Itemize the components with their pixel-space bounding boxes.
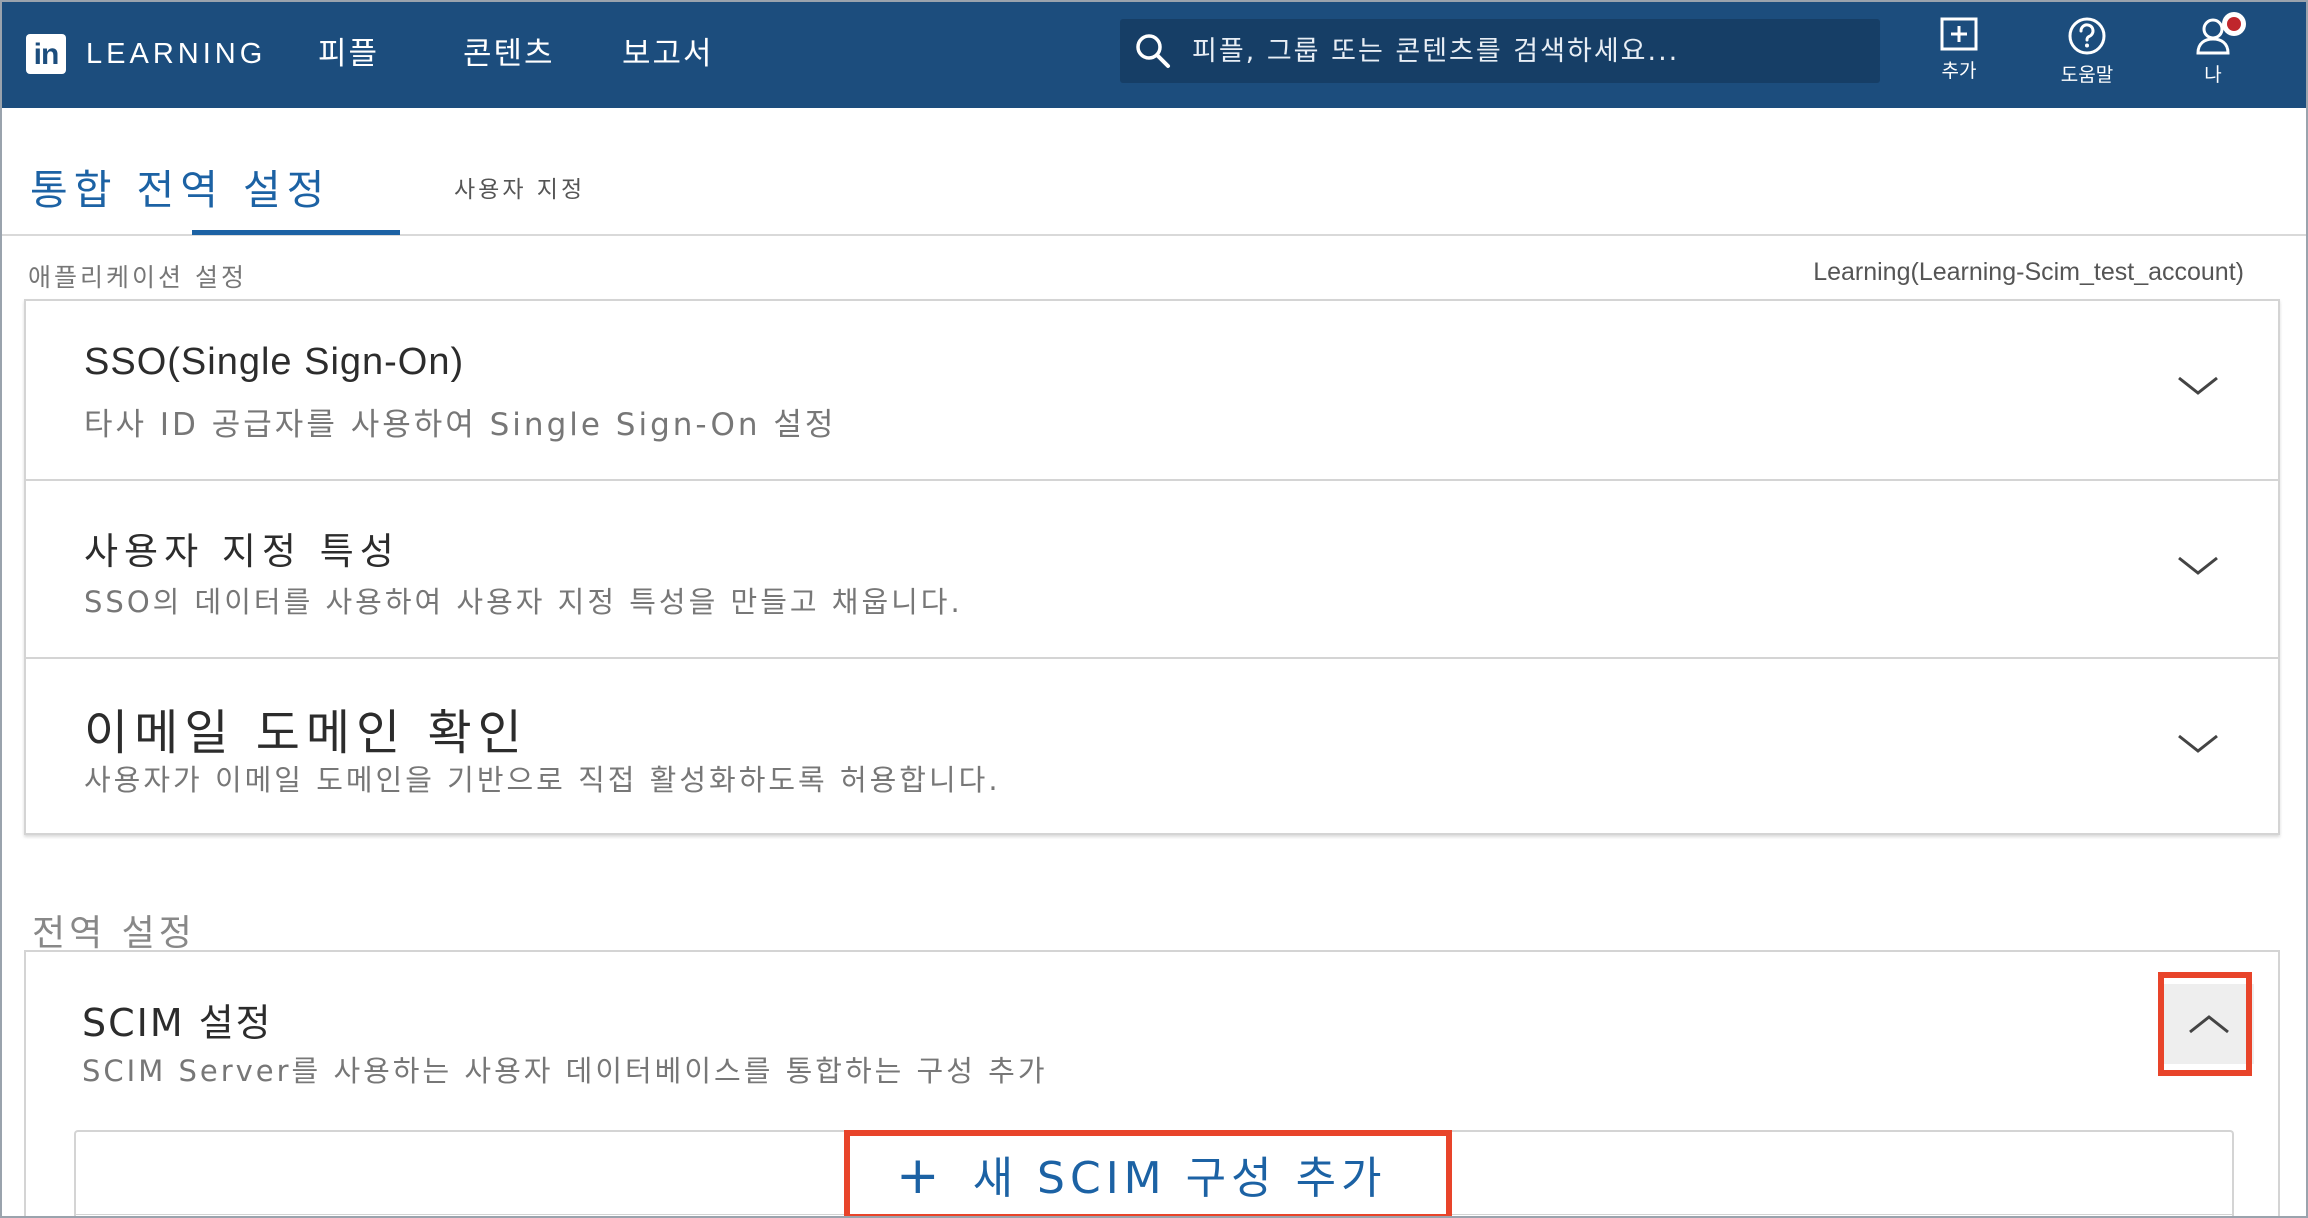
accordion-title: 사용자 지정 특성: [84, 530, 400, 573]
scim-description: SCIM Server를 사용하는 사용자 데이터베이스를 통합하는 구성 추가: [82, 1054, 1048, 1088]
add-box-icon: [1940, 17, 1978, 51]
me-button[interactable]: 나: [2168, 12, 2258, 96]
help-icon: [2068, 17, 2106, 55]
accordion-email-domain[interactable]: 이메일 도메인 확인 사용자가 이메일 도메인을 기반으로 직접 활성화하도록 …: [26, 657, 2278, 835]
global-settings-label: 전역 설정: [32, 913, 196, 954]
linkedin-logo[interactable]: in: [26, 34, 66, 74]
add-scim-config-label: 새 SCIM 구성 추가: [972, 1153, 1387, 1204]
me-label: 나: [2204, 64, 2222, 86]
collapse-button[interactable]: [2164, 984, 2254, 1064]
accordion-title: 이메일 도메인 확인: [84, 705, 528, 761]
app-settings-panel: SSO(Single Sign-On) 타사 ID 공급자를 사용하여 Sing…: [24, 299, 2280, 835]
tab-integrated-global-settings[interactable]: 통합 전역 설정: [30, 162, 330, 218]
accordion-sso[interactable]: SSO(Single Sign-On) 타사 ID 공급자를 사용하여 Sing…: [26, 301, 2278, 479]
accordion-custom-attributes[interactable]: 사용자 지정 특성 SSO의 데이터를 사용하여 사용자 지정 특성을 만들고 …: [26, 479, 2278, 657]
accordion-title: SSO(Single Sign-On): [84, 341, 465, 383]
active-tab-indicator: [192, 230, 400, 235]
scim-settings-panel: SCIM 설정 SCIM Server를 사용하는 사용자 데이터베이스를 통합…: [24, 950, 2280, 1216]
brand-name[interactable]: LEARNING: [86, 34, 266, 74]
nav-people[interactable]: 피플: [318, 32, 379, 76]
chevron-down-icon[interactable]: [2176, 553, 2220, 579]
add-button[interactable]: 추가: [1914, 16, 2004, 96]
account-name: Learning(Learning-Scim_test_account): [1813, 258, 2244, 286]
top-navigation-bar: in LEARNING 피플 콘텐츠 보고서 추가: [2, 2, 2306, 108]
app-settings-label: 애플리케이션 설정: [28, 263, 247, 292]
chevron-down-icon[interactable]: [2176, 731, 2220, 757]
search-box: [1120, 19, 1880, 83]
scim-title: SCIM 설정: [82, 1001, 273, 1045]
accordion-description: 사용자가 이메일 도메인을 기반으로 직접 활성화하도록 허용합니다.: [84, 763, 1001, 797]
settings-tabs: 통합 전역 설정 사용자 지정: [2, 108, 2306, 236]
divider: [76, 1214, 2232, 1215]
add-scim-config-button[interactable]: + 새 SCIM 구성 추가: [896, 1144, 1456, 1208]
help-label: 도움말: [2060, 64, 2114, 86]
chevron-down-icon[interactable]: [2176, 373, 2220, 399]
nav-content[interactable]: 콘텐츠: [463, 32, 555, 76]
add-label: 추가: [1941, 60, 1977, 82]
scim-config-list: + 새 SCIM 구성 추가: [74, 1130, 2234, 1216]
search-icon[interactable]: [1134, 32, 1172, 70]
nav-reports[interactable]: 보고서: [622, 32, 714, 76]
tab-custom[interactable]: 사용자 지정: [454, 170, 585, 204]
accordion-description: SSO의 데이터를 사용하여 사용자 지정 특성을 만들고 채웁니다.: [84, 585, 963, 619]
accordion-description: 타사 ID 공급자를 사용하여 Single Sign-On 설정: [84, 407, 837, 443]
help-button[interactable]: 도움말: [2042, 16, 2132, 96]
app-window: in LEARNING 피플 콘텐츠 보고서 추가: [0, 0, 2308, 1218]
notification-dot: [2222, 12, 2246, 36]
search-input[interactable]: [1192, 19, 1862, 83]
plus-icon: +: [896, 1146, 945, 1206]
chevron-up-icon: [2189, 1015, 2229, 1034]
